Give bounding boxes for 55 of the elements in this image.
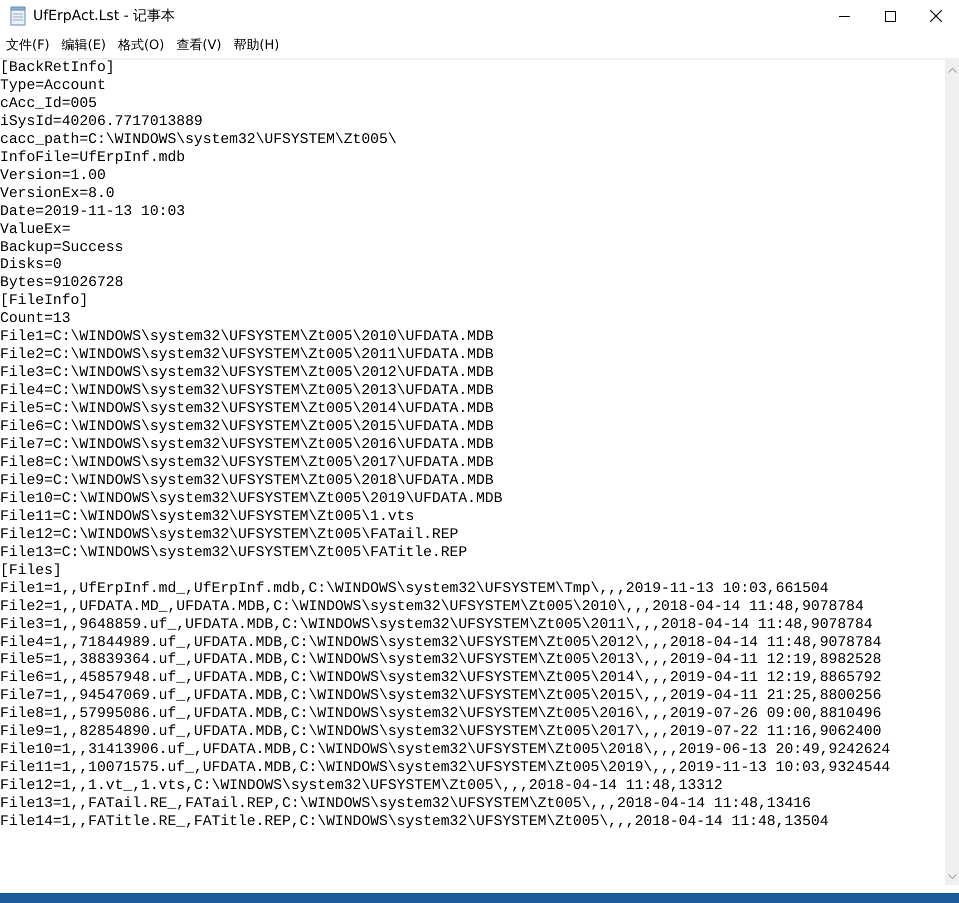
text-line: File3=C:\WINDOWS\system32\UFSYSTEM\Zt005\2012\UFDATA.MDB	[0, 365, 494, 383]
text-line: cAcc_Id=005	[0, 96, 97, 114]
text-line: [BackRetInfo]	[0, 60, 115, 78]
menu-item[interactable]: 文件(F)	[0, 34, 56, 56]
text-line: Date=2019-11-13 10:03	[0, 204, 186, 222]
text-line: File8=C:\WINDOWS\system32\UFSYSTEM\Zt005\2017\UFDATA.MDB	[0, 454, 494, 473]
text-line: Count=13	[0, 311, 71, 329]
text-line: File14=1,,FATitle.RE_,FATitle.REP,C:\WINDOWS\system32\UFSYSTEM\Zt005\,,,2018-04-14 11:48,13504	[0, 814, 829, 832]
text-line: File7=C:\WINDOWS\system32\UFSYSTEM\Zt005\2016\UFDATA.MDB	[0, 437, 494, 455]
close-icon	[930, 10, 942, 22]
window-title: UfErpAct.Lst - 记事本	[33, 7, 176, 25]
text-line: File7=1,,94547069.uf_,UFDATA.MDB,C:\WINDOWS\system32\UFSYSTEM\Zt005\2015\,,,2019-04-11 21:25,8800256	[0, 688, 882, 706]
vertical-scrollbar[interactable]	[945, 60, 959, 885]
maximize-icon	[884, 10, 896, 22]
text-line: File4=1,,71844989.uf_,UFDATA.MDB,C:\WINDOWS\system32\UFSYSTEM\Zt005\2012\,,,2018-04-14 11:48,9078784	[0, 634, 882, 652]
text-line: InfoFile=UfErpInf.mdb	[0, 150, 186, 168]
notepad-icon	[9, 6, 27, 26]
text-line: [Files]	[0, 562, 62, 581]
text-line: File12=C:\WINDOWS\system32\UFSYSTEM\Zt005\FATail.REP	[0, 526, 458, 545]
text-line: Type=Account	[0, 78, 106, 96]
text-line: File13=1,,FATail.RE_,FATail.REP,C:\WINDOWS\system32\UFSYSTEM\Zt005\,,,2018-04-14 11:48,13416	[0, 796, 811, 814]
text-line: File2=C:\WINDOWS\system32\UFSYSTEM\Zt005\2011\UFDATA.MDB	[0, 347, 494, 365]
text-line: File10=1,,31413906.uf_,UFDATA.MDB,C:\WINDOWS\system32\UFSYSTEM\Zt005\2018\,,,2019-06-13 20:49,9242624	[0, 742, 890, 760]
scroll-down-icon	[948, 874, 956, 879]
text-line: ValueEx=	[0, 222, 71, 240]
text-line: File5=1,,38839364.uf_,UFDATA.MDB,C:\WINDOWS\system32\UFSYSTEM\Zt005\2013\,,,2019-04-11 12:19,8982528	[0, 652, 882, 670]
text-line: File9=1,,82854890.uf_,UFDATA.MDB,C:\WINDOWS\system32\UFSYSTEM\Zt005\2017\,,,2019-07-22 11:16,9062400	[0, 724, 882, 742]
text-line: File6=C:\WINDOWS\system32\UFSYSTEM\Zt005\2015\UFDATA.MDB	[0, 419, 494, 437]
text-line: File8=1,,57995086.uf_,UFDATA.MDB,C:\WINDOWS\system32\UFSYSTEM\Zt005\2016\,,,2019-07-26 09:00,8810496	[0, 706, 882, 724]
text-line: Disks=0	[0, 257, 62, 276]
scroll-up-icon	[948, 68, 956, 73]
menu-item[interactable]: 编辑(E)	[56, 34, 112, 56]
text-line: File11=C:\WINDOWS\system32\UFSYSTEM\Zt005\1.vts	[0, 508, 414, 527]
text-line: File9=C:\WINDOWS\system32\UFSYSTEM\Zt005\2018\UFDATA.MDB	[0, 472, 494, 491]
text-line: cacc_path=C:\WINDOWS\system32\UFSYSTEM\Zt005\	[0, 132, 397, 150]
text-line: File2=1,,UFDATA.MD_,UFDATA.MDB,C:\WINDOWS\system32\UFSYSTEM\Zt005\2010\,,,2018-04-14 11:48,9078784	[0, 598, 864, 617]
text-line: File6=1,,45857948.uf_,UFDATA.MDB,C:\WINDOWS\system32\UFSYSTEM\Zt005\2014\,,,2019-04-11 12:19,8865792	[0, 670, 882, 688]
text-line: File1=C:\WINDOWS\system32\UFSYSTEM\Zt005\2010\UFDATA.MDB	[0, 329, 494, 347]
menu-item[interactable]: 格式(O)	[112, 34, 170, 56]
text-line: File12=1,,1.vt_,1.vts,C:\WINDOWS\system32\UFSYSTEM\Zt005\,,,2018-04-14 11:48,13312	[0, 778, 723, 796]
text-line: [FileInfo]	[0, 293, 88, 312]
text-line: File10=C:\WINDOWS\system32\UFSYSTEM\Zt005\2019\UFDATA.MDB	[0, 490, 502, 509]
text-line: VersionEx=8.0	[0, 186, 115, 204]
text-line: Backup=Success	[0, 240, 124, 257]
text-line: iSysId=40206.7717013889	[0, 114, 203, 132]
menu-item[interactable]: 查看(V)	[170, 34, 228, 56]
text-line: File1=1,,UfErpInf.md_,UfErpInf.mdb,C:\WINDOWS\system32\UFSYSTEM\Tmp\,,,2019-11-13 10:03,661504	[0, 580, 829, 599]
menu-item[interactable]: 帮助(H)	[227, 34, 286, 56]
text-line: File11=1,,10071575.uf_,UFDATA.MDB,C:\WINDOWS\system32\UFSYSTEM\Zt005\2019\,,,2019-11-13 10:03,9324544	[0, 760, 890, 778]
text-line: Version=1.00	[0, 168, 106, 186]
text-line: File13=C:\WINDOWS\system32\UFSYSTEM\Zt005\FATitle.REP	[0, 544, 468, 563]
text-line: File5=C:\WINDOWS\system32\UFSYSTEM\Zt005\2014\UFDATA.MDB	[0, 401, 494, 419]
text-line: File4=C:\WINDOWS\system32\UFSYSTEM\Zt005\2013\UFDATA.MDB	[0, 383, 494, 401]
text-line: Bytes=91026728	[0, 275, 124, 293]
text-line: File3=1,,9648859.uf_,UFDATA.MDB,C:\WINDOWS\system32\UFSYSTEM\Zt005\2011\,,,2018-04-14 11:48,9078784	[0, 616, 873, 634]
